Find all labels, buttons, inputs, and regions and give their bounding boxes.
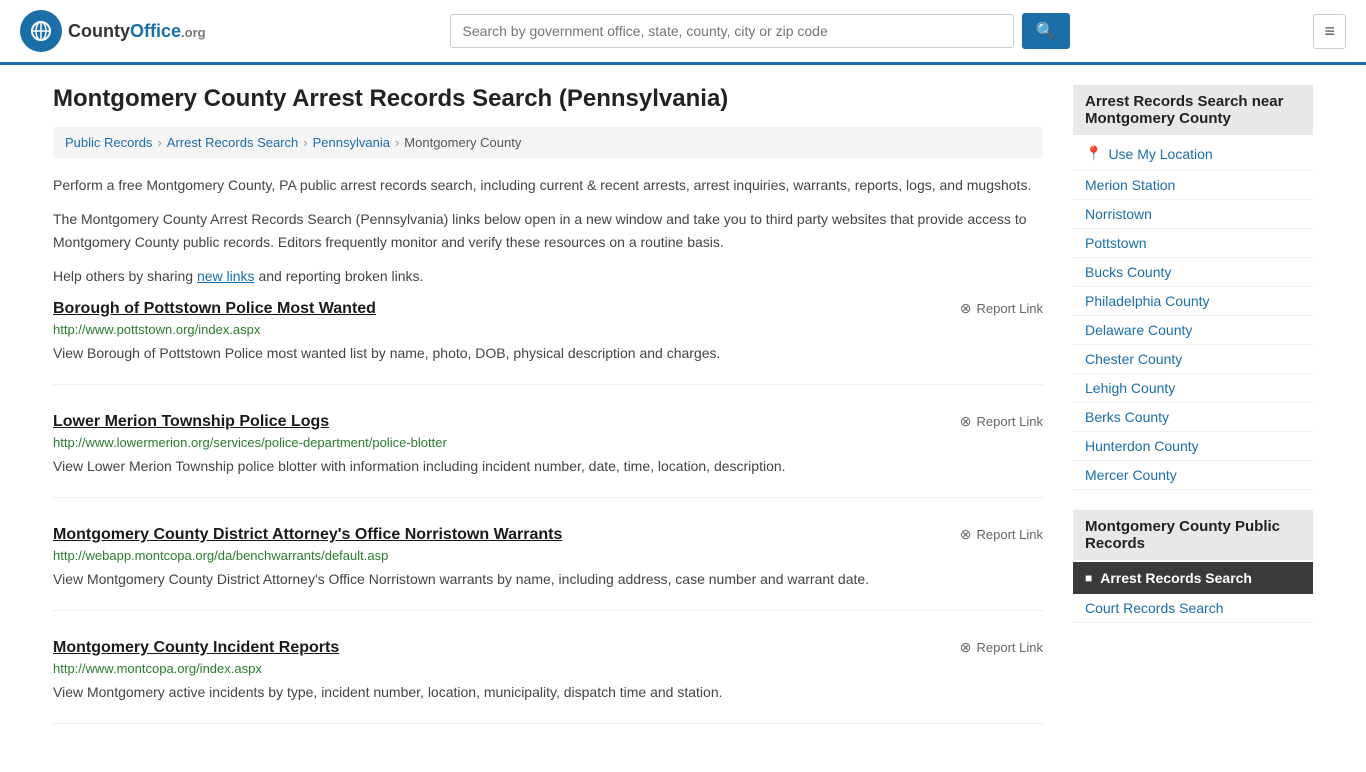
result-item: Montgomery County Incident Reports ⊗ Rep… bbox=[53, 639, 1043, 724]
report-icon-2: ⊗ bbox=[960, 526, 972, 543]
breadcrumb-arrest-records[interactable]: Arrest Records Search bbox=[167, 135, 299, 150]
result-item: Borough of Pottstown Police Most Wanted … bbox=[53, 300, 1043, 385]
page-title: Montgomery County Arrest Records Search … bbox=[53, 85, 1043, 113]
logo-icon bbox=[20, 10, 62, 52]
result-item: Montgomery County District Attorney's Of… bbox=[53, 526, 1043, 611]
nearby-link-1[interactable]: Norristown bbox=[1073, 200, 1313, 229]
desc1: Perform a free Montgomery County, PA pub… bbox=[53, 174, 1043, 196]
nearby-link-7[interactable]: Lehigh County bbox=[1073, 374, 1313, 403]
nearby-link-9[interactable]: Hunterdon County bbox=[1073, 432, 1313, 461]
breadcrumb-sep-3: › bbox=[395, 135, 399, 150]
search-area: 🔍 bbox=[450, 13, 1070, 49]
use-my-location-label: Use My Location bbox=[1108, 146, 1212, 162]
desc3-suffix: and reporting broken links. bbox=[255, 268, 424, 284]
public-records-title: Montgomery County Public Records bbox=[1073, 510, 1313, 560]
active-icon: ■ bbox=[1085, 571, 1092, 585]
main-container: Montgomery County Arrest Records Search … bbox=[33, 65, 1333, 772]
section2-link-0[interactable]: Court Records Search bbox=[1073, 594, 1313, 623]
location-icon: 📍 bbox=[1085, 145, 1102, 162]
result-title-3[interactable]: Montgomery County Incident Reports bbox=[53, 639, 339, 657]
report-label-1: Report Link bbox=[977, 414, 1043, 429]
header: CountyOffice.org 🔍 ≡ bbox=[0, 0, 1366, 65]
result-desc-2: View Montgomery County District Attorney… bbox=[53, 569, 1043, 590]
nearby-section: Arrest Records Search near Montgomery Co… bbox=[1073, 85, 1313, 490]
desc2: The Montgomery County Arrest Records Sea… bbox=[53, 208, 1043, 253]
result-url-0[interactable]: http://www.pottstown.org/index.aspx bbox=[53, 322, 1043, 337]
breadcrumb-sep-1: › bbox=[157, 135, 161, 150]
nearby-link-8[interactable]: Berks County bbox=[1073, 403, 1313, 432]
result-url-1[interactable]: http://www.lowermerion.org/services/poli… bbox=[53, 435, 1043, 450]
nearby-link-0[interactable]: Merion Station bbox=[1073, 171, 1313, 200]
nearby-link-10[interactable]: Mercer County bbox=[1073, 461, 1313, 490]
sidebar: Arrest Records Search near Montgomery Co… bbox=[1073, 85, 1313, 752]
nearby-link-6[interactable]: Chester County bbox=[1073, 345, 1313, 374]
nearby-link-5[interactable]: Delaware County bbox=[1073, 316, 1313, 345]
report-icon-3: ⊗ bbox=[960, 639, 972, 656]
arrest-records-active-item[interactable]: ■ Arrest Records Search bbox=[1073, 562, 1313, 594]
nearby-link-2[interactable]: Pottstown bbox=[1073, 229, 1313, 258]
search-icon: 🔍 bbox=[1036, 23, 1056, 40]
breadcrumb: Public Records › Arrest Records Search ›… bbox=[53, 127, 1043, 158]
nearby-links-container: Merion StationNorristownPottstownBucks C… bbox=[1073, 171, 1313, 490]
logo-area: CountyOffice.org bbox=[20, 10, 206, 52]
nearby-link-3[interactable]: Bucks County bbox=[1073, 258, 1313, 287]
desc3: Help others by sharing new links and rep… bbox=[53, 265, 1043, 287]
use-my-location-link[interactable]: 📍 Use My Location bbox=[1073, 137, 1313, 171]
report-label-0: Report Link bbox=[977, 301, 1043, 316]
result-item: Lower Merion Township Police Logs ⊗ Repo… bbox=[53, 413, 1043, 498]
nearby-link-4[interactable]: Philadelphia County bbox=[1073, 287, 1313, 316]
result-header-0: Borough of Pottstown Police Most Wanted … bbox=[53, 300, 1043, 318]
menu-button[interactable]: ≡ bbox=[1313, 14, 1346, 49]
public-records-section: Montgomery County Public Records ■ Arres… bbox=[1073, 510, 1313, 623]
report-icon-0: ⊗ bbox=[960, 300, 972, 317]
result-title-0[interactable]: Borough of Pottstown Police Most Wanted bbox=[53, 300, 376, 318]
result-desc-0: View Borough of Pottstown Police most wa… bbox=[53, 343, 1043, 364]
report-label-2: Report Link bbox=[977, 527, 1043, 542]
report-link-0[interactable]: ⊗ Report Link bbox=[960, 300, 1043, 317]
report-icon-1: ⊗ bbox=[960, 413, 972, 430]
result-header-3: Montgomery County Incident Reports ⊗ Rep… bbox=[53, 639, 1043, 657]
result-title-2[interactable]: Montgomery County District Attorney's Of… bbox=[53, 526, 562, 544]
breadcrumb-montgomery: Montgomery County bbox=[404, 135, 521, 150]
result-header-1: Lower Merion Township Police Logs ⊗ Repo… bbox=[53, 413, 1043, 431]
breadcrumb-pennsylvania[interactable]: Pennsylvania bbox=[313, 135, 390, 150]
search-input[interactable] bbox=[450, 14, 1014, 48]
menu-icon: ≡ bbox=[1324, 21, 1335, 41]
results-container: Borough of Pottstown Police Most Wanted … bbox=[53, 300, 1043, 724]
new-links-link[interactable]: new links bbox=[197, 268, 255, 284]
result-desc-3: View Montgomery active incidents by type… bbox=[53, 682, 1043, 703]
result-title-1[interactable]: Lower Merion Township Police Logs bbox=[53, 413, 329, 431]
report-label-3: Report Link bbox=[977, 640, 1043, 655]
result-url-2[interactable]: http://webapp.montcopa.org/da/benchwarra… bbox=[53, 548, 1043, 563]
result-header-2: Montgomery County District Attorney's Of… bbox=[53, 526, 1043, 544]
desc3-prefix: Help others by sharing bbox=[53, 268, 197, 284]
report-link-3[interactable]: ⊗ Report Link bbox=[960, 639, 1043, 656]
result-desc-1: View Lower Merion Township police blotte… bbox=[53, 456, 1043, 477]
section2-links-container: Court Records Search bbox=[1073, 594, 1313, 623]
active-label: Arrest Records Search bbox=[1100, 570, 1252, 586]
result-url-3[interactable]: http://www.montcopa.org/index.aspx bbox=[53, 661, 1043, 676]
nearby-title: Arrest Records Search near Montgomery Co… bbox=[1073, 85, 1313, 135]
report-link-1[interactable]: ⊗ Report Link bbox=[960, 413, 1043, 430]
breadcrumb-public-records[interactable]: Public Records bbox=[65, 135, 152, 150]
search-button[interactable]: 🔍 bbox=[1022, 13, 1070, 49]
content-area: Montgomery County Arrest Records Search … bbox=[53, 85, 1043, 752]
logo-text: CountyOffice.org bbox=[68, 21, 206, 42]
report-link-2[interactable]: ⊗ Report Link bbox=[960, 526, 1043, 543]
breadcrumb-sep-2: › bbox=[303, 135, 307, 150]
